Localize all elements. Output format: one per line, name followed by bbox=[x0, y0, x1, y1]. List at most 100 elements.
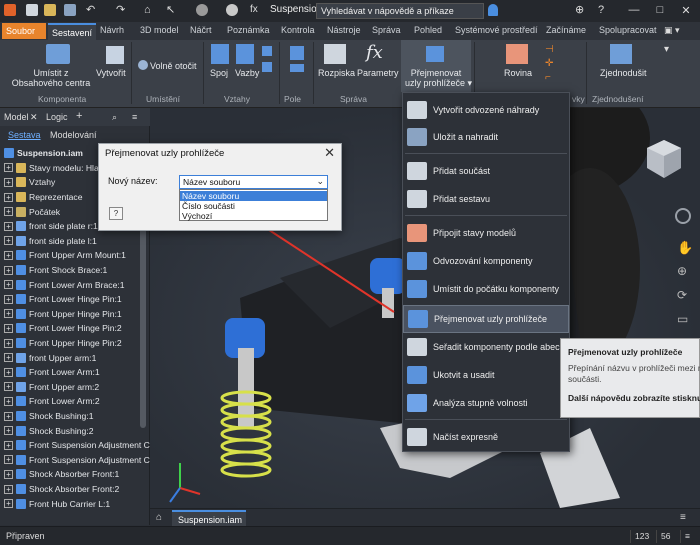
new-name-select[interactable]: Název souboru ⌄ bbox=[179, 175, 328, 189]
tab-sketch[interactable]: Náčrt bbox=[190, 25, 212, 35]
undo-icon[interactable]: ↶ bbox=[86, 4, 98, 16]
parameters-button[interactable]: Parametry bbox=[357, 68, 399, 78]
expand-node-icon[interactable]: + bbox=[4, 163, 13, 173]
expand-node-icon[interactable]: + bbox=[4, 440, 13, 450]
menu-item[interactable]: Připojit stavy modelů bbox=[403, 219, 569, 247]
tab-tools[interactable]: Nástroje bbox=[327, 25, 361, 35]
ribbon-expand-icon[interactable]: ▾ bbox=[664, 44, 669, 55]
expand-node-icon[interactable]: + bbox=[4, 250, 13, 260]
mirror-icon[interactable] bbox=[290, 64, 304, 72]
tab-design[interactable]: Návrh bbox=[100, 25, 124, 35]
tab-assembly[interactable]: Sestavení bbox=[48, 23, 97, 40]
rename-nodes-icon[interactable] bbox=[426, 46, 444, 62]
browser-node[interactable]: + Front Lower Arm:1 bbox=[4, 365, 150, 380]
plane-button[interactable]: Rovina bbox=[504, 68, 532, 78]
expand-node-icon[interactable]: + bbox=[4, 236, 13, 246]
browser-node[interactable]: + front side plate l:1 bbox=[4, 234, 150, 249]
expand-node-icon[interactable]: + bbox=[4, 469, 13, 479]
pan-icon[interactable]: ✋ bbox=[677, 240, 693, 256]
ucs-icon[interactable]: ⌐ bbox=[545, 72, 557, 83]
ribbon-options-icon[interactable]: ▣ ▾ bbox=[664, 25, 680, 36]
dialog-help-icon[interactable]: ? bbox=[109, 207, 123, 220]
menu-item[interactable]: Umístit do počátku komponenty bbox=[403, 275, 569, 303]
redo-icon[interactable]: ↷ bbox=[116, 4, 128, 16]
browser-node[interactable]: + Front Suspension Adjustment C bbox=[4, 438, 150, 453]
expand-node-icon[interactable]: + bbox=[4, 177, 13, 187]
home-tab-icon[interactable]: ⌂ bbox=[156, 512, 162, 523]
document-tab[interactable]: Suspension.iam ✕ bbox=[172, 510, 246, 535]
expand-node-icon[interactable]: + bbox=[4, 192, 13, 202]
browser-node[interactable]: + Front Upper Arm Mount:1 bbox=[4, 248, 150, 263]
menu-item[interactable]: Přidat sestavu bbox=[403, 185, 569, 213]
expand-node-icon[interactable]: + bbox=[4, 353, 13, 363]
constraint-button[interactable]: Vazby bbox=[235, 68, 259, 78]
app-logo-icon[interactable] bbox=[4, 4, 16, 16]
expand-node-icon[interactable]: + bbox=[4, 280, 13, 290]
help-search-input[interactable]: Vyhledávat v nápovědě a příkaze bbox=[316, 3, 484, 19]
expand-node-icon[interactable]: + bbox=[4, 294, 13, 304]
tab-model[interactable]: Model bbox=[4, 112, 29, 122]
option-file-name[interactable]: Název souboru bbox=[180, 191, 327, 201]
tab-3d-model[interactable]: 3D model bbox=[140, 25, 179, 35]
browser-node[interactable]: + Front Hub Carrier L:1 bbox=[4, 496, 150, 511]
menu-item[interactable]: Přejmenovat uzly prohlížeče bbox=[403, 305, 569, 333]
browser-node[interactable]: + Front Upper Hinge Pin:2 bbox=[4, 336, 150, 351]
help-icon[interactable]: ? bbox=[598, 4, 610, 16]
bom-button[interactable]: Rozpiska bbox=[318, 68, 355, 78]
expand-node-icon[interactable]: + bbox=[4, 455, 13, 465]
material-icon[interactable] bbox=[196, 4, 208, 16]
option-part-number[interactable]: Číslo součásti bbox=[180, 201, 327, 211]
menu-item[interactable]: Vytvořit odvozené náhrady bbox=[403, 96, 569, 124]
browser-node[interactable]: + Front Upper Hinge Pin:1 bbox=[4, 307, 150, 322]
home-icon[interactable]: ⌂ bbox=[144, 4, 156, 16]
browser-node[interactable]: + Front Shock Brace:1 bbox=[4, 263, 150, 278]
rename-nodes-button[interactable]: Přejmenovat uzly prohlížeče ▾ bbox=[405, 68, 472, 88]
simplify-button[interactable]: Zjednodušit bbox=[600, 68, 647, 78]
expand-node-icon[interactable]: + bbox=[4, 309, 13, 319]
menu-item[interactable]: Přidat součást bbox=[403, 157, 569, 185]
search-icon[interactable]: ⌕ bbox=[112, 112, 117, 123]
free-orbit-button[interactable]: Volně otočit bbox=[150, 61, 197, 71]
option-default[interactable]: Výchozí bbox=[180, 211, 327, 221]
relationship-small-icon[interactable] bbox=[262, 46, 272, 56]
add-tab-icon[interactable]: + bbox=[76, 110, 82, 122]
expand-node-icon[interactable]: + bbox=[4, 484, 13, 494]
plane-icon[interactable] bbox=[506, 44, 528, 64]
browser-node[interactable]: + Front Lower Hinge Pin:1 bbox=[4, 292, 150, 307]
expand-node-icon[interactable]: + bbox=[4, 411, 13, 421]
steering-wheel-icon[interactable] bbox=[675, 208, 691, 224]
free-orbit-icon[interactable] bbox=[138, 60, 148, 70]
tab-inspect[interactable]: Kontrola bbox=[281, 25, 315, 35]
minimize-button[interactable]: — bbox=[626, 4, 642, 16]
expand-node-icon[interactable]: + bbox=[4, 207, 13, 217]
parameters-icon[interactable]: fx bbox=[366, 42, 388, 64]
tab-logic[interactable]: Logic bbox=[46, 112, 68, 122]
menu-icon[interactable]: ≡ bbox=[132, 112, 137, 122]
relationship-small-icon-2[interactable] bbox=[262, 62, 272, 72]
subtab-assembly[interactable]: Sestava bbox=[8, 130, 41, 140]
expand-node-icon[interactable]: + bbox=[4, 338, 13, 348]
expand-node-icon[interactable]: + bbox=[4, 396, 13, 406]
place-content-center-button[interactable]: Umístit z Obsahového centra bbox=[6, 68, 96, 88]
tab-get-started[interactable]: Začínáme bbox=[546, 25, 586, 35]
maximize-button[interactable]: □ bbox=[652, 4, 668, 16]
orbit-icon[interactable]: ⟳ bbox=[677, 288, 687, 302]
expand-node-icon[interactable]: + bbox=[4, 382, 13, 392]
tab-view[interactable]: Pohled bbox=[414, 25, 442, 35]
tab-collaborate[interactable]: Spolupracovat bbox=[599, 25, 657, 35]
browser-node[interactable]: + Front Suspension Adjustment C bbox=[4, 453, 150, 468]
constraint-icon[interactable] bbox=[236, 44, 254, 64]
status-menu-icon[interactable]: ≡ bbox=[680, 530, 694, 543]
point-icon[interactable]: ✛ bbox=[545, 58, 557, 69]
browser-node[interactable]: + front Upper arm:1 bbox=[4, 350, 150, 365]
menu-item[interactable]: Načíst expresně bbox=[403, 423, 569, 451]
browser-node[interactable]: + Shock Bushing:1 bbox=[4, 409, 150, 424]
cart-icon[interactable]: ⊕ bbox=[575, 4, 587, 16]
tab-file[interactable]: Soubor bbox=[2, 23, 46, 39]
axis-icon[interactable]: ⊣ bbox=[545, 44, 557, 55]
menu-item[interactable]: Odvozování komponenty bbox=[403, 247, 569, 275]
save-icon[interactable] bbox=[64, 4, 76, 16]
zoom-icon[interactable]: ⊕ bbox=[677, 264, 687, 278]
place-component-icon[interactable] bbox=[46, 44, 70, 64]
look-at-icon[interactable]: ▭ bbox=[677, 312, 688, 326]
